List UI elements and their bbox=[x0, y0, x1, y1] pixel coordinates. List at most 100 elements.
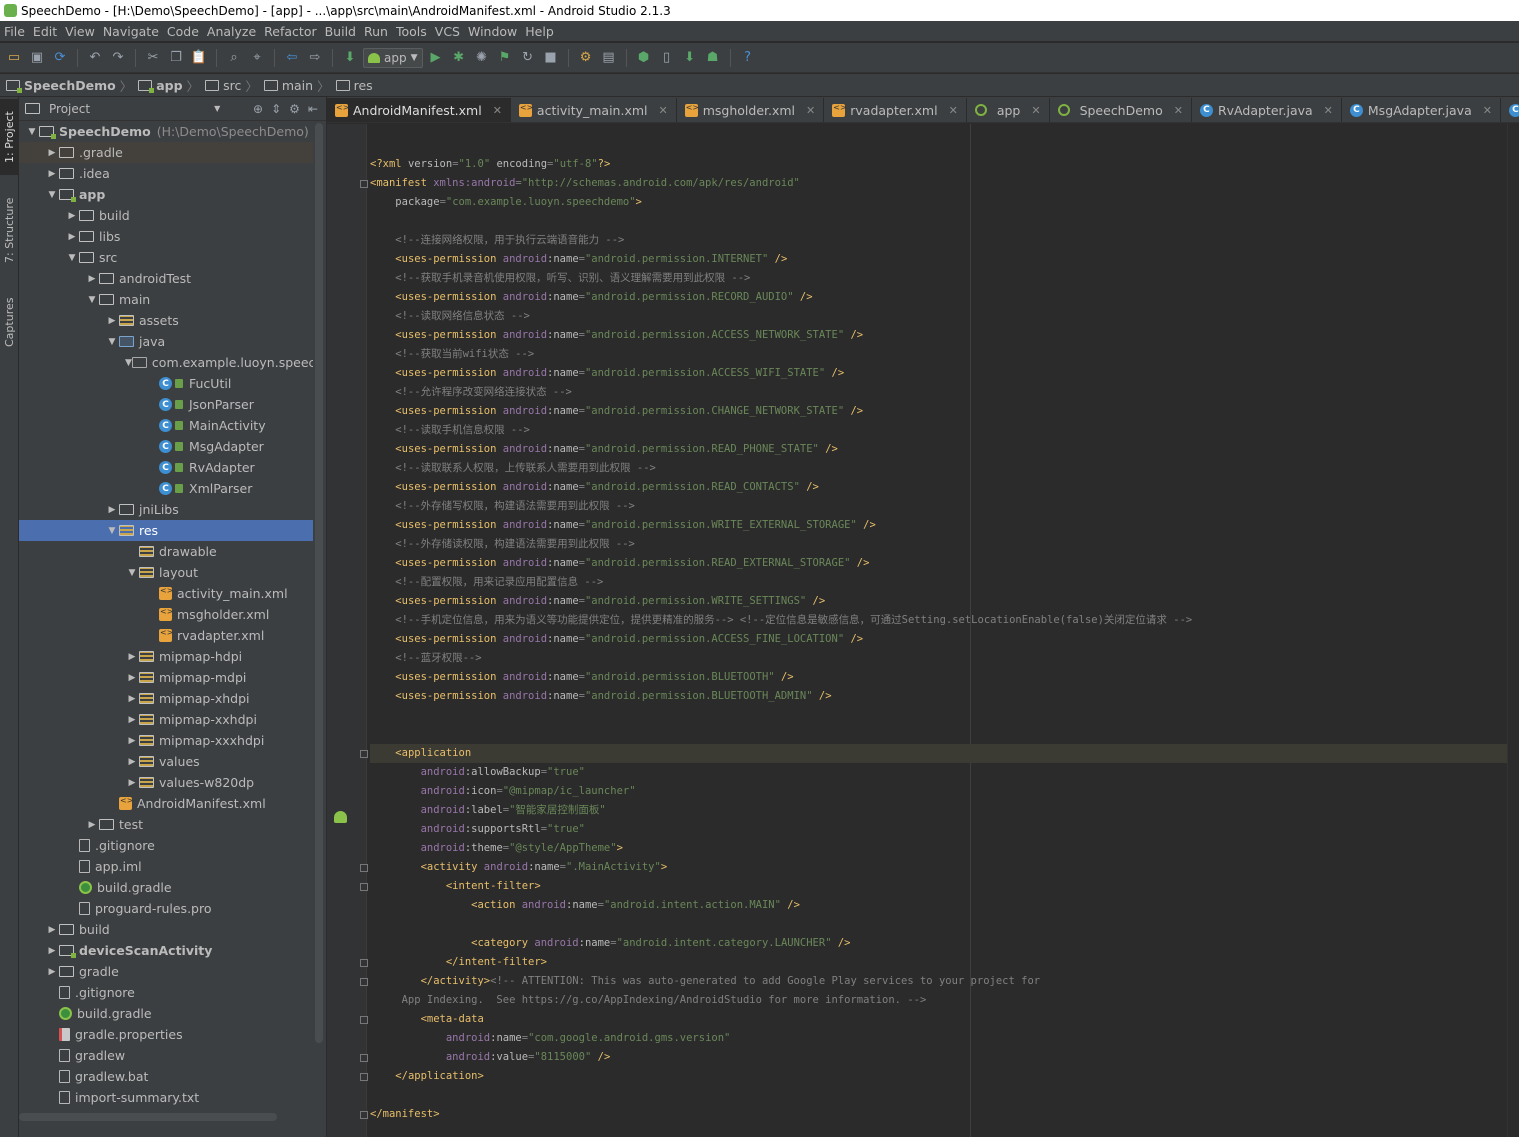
tree-item[interactable]: ▶ values bbox=[19, 751, 313, 772]
tree-horizontal-scrollbar[interactable] bbox=[19, 1113, 277, 1121]
editor-tab[interactable]: C RvAdapter.java ✕ bbox=[1192, 98, 1342, 122]
make-icon[interactable]: ⬇ bbox=[340, 48, 360, 68]
fold-marker-icon[interactable] bbox=[360, 1054, 368, 1062]
close-icon[interactable]: ✕ bbox=[659, 104, 668, 117]
expand-open-icon[interactable]: ▼ bbox=[125, 358, 132, 368]
tree-item[interactable]: gradle.properties bbox=[19, 1024, 313, 1045]
fold-marker-icon[interactable] bbox=[360, 180, 368, 188]
tree-item[interactable]: ▼ layout bbox=[19, 562, 313, 583]
expand-open-icon[interactable]: ▼ bbox=[105, 337, 119, 347]
breadcrumb-item[interactable]: SpeechDemo bbox=[6, 78, 116, 93]
tree-item[interactable]: ▶ mipmap-xxhdpi bbox=[19, 709, 313, 730]
fold-marker-icon[interactable] bbox=[360, 1111, 368, 1119]
tree-item[interactable]: gradlew.bat bbox=[19, 1066, 313, 1087]
tree-item[interactable]: ▶ mipmap-hdpi bbox=[19, 646, 313, 667]
tree-item[interactable]: ▼ res bbox=[19, 520, 313, 541]
tree-item[interactable]: AndroidManifest.xml bbox=[19, 793, 313, 814]
tree-item[interactable]: ▶ .idea bbox=[19, 163, 313, 184]
menu-run[interactable]: Run bbox=[362, 24, 394, 39]
back-icon[interactable]: ⇦ bbox=[282, 48, 302, 68]
sdk-manager-icon[interactable]: ⬇ bbox=[680, 48, 700, 68]
menu-analyze[interactable]: Analyze bbox=[205, 24, 262, 39]
breadcrumb-item[interactable]: res bbox=[335, 78, 373, 93]
fold-marker-icon[interactable] bbox=[360, 883, 368, 891]
debug-icon[interactable]: ✱ bbox=[449, 48, 469, 68]
hide-panel-icon[interactable]: ⇤ bbox=[308, 102, 318, 116]
fold-marker-icon[interactable] bbox=[360, 978, 368, 986]
menu-window[interactable]: Window bbox=[466, 24, 523, 39]
tree-item[interactable]: proguard-rules.pro bbox=[19, 898, 313, 919]
tree-item[interactable]: app.iml bbox=[19, 856, 313, 877]
expand-closed-icon[interactable]: ▶ bbox=[85, 274, 99, 284]
tree-vertical-scrollbar[interactable] bbox=[315, 123, 323, 1043]
tree-item[interactable]: build.gradle bbox=[19, 877, 313, 898]
undo-icon[interactable]: ↶ bbox=[85, 48, 105, 68]
tool-tab-structure[interactable]: 7: Structure bbox=[0, 189, 19, 271]
forward-icon[interactable]: ⇨ bbox=[305, 48, 325, 68]
tree-item[interactable]: ▶ androidTest bbox=[19, 268, 313, 289]
expand-closed-icon[interactable]: ▶ bbox=[125, 736, 139, 746]
expand-closed-icon[interactable]: ▶ bbox=[45, 925, 59, 935]
expand-closed-icon[interactable]: ▶ bbox=[125, 757, 139, 767]
run-icon[interactable]: ▶ bbox=[426, 48, 446, 68]
android-icon[interactable] bbox=[334, 811, 347, 823]
gradle-sync-icon[interactable]: ⬢ bbox=[634, 48, 654, 68]
tree-item[interactable]: ▶ gradle bbox=[19, 961, 313, 982]
sync-icon[interactable]: ⟳ bbox=[50, 48, 70, 68]
expand-closed-icon[interactable]: ▶ bbox=[45, 946, 59, 956]
copy-icon[interactable]: ❐ bbox=[166, 48, 186, 68]
replace-icon[interactable]: ⌖ bbox=[247, 48, 267, 68]
tool-tab-captures[interactable]: Captures bbox=[0, 287, 19, 357]
tree-item[interactable]: ▶ values-w820dp bbox=[19, 772, 313, 793]
expand-open-icon[interactable]: ▼ bbox=[25, 127, 39, 137]
avd-manager-icon[interactable]: ▯ bbox=[657, 48, 677, 68]
expand-closed-icon[interactable]: ▶ bbox=[105, 316, 119, 326]
tree-item[interactable]: import-summary.txt bbox=[19, 1087, 313, 1108]
menu-edit[interactable]: Edit bbox=[31, 24, 63, 39]
save-all-icon[interactable]: ▣ bbox=[27, 48, 47, 68]
expand-open-icon[interactable]: ▼ bbox=[105, 526, 119, 536]
tree-item[interactable]: C JsonParser bbox=[19, 394, 313, 415]
run-config-select[interactable]: app ▼ bbox=[363, 47, 423, 68]
expand-closed-icon[interactable]: ▶ bbox=[45, 967, 59, 977]
tree-item[interactable]: ▶ mipmap-xxxhdpi bbox=[19, 730, 313, 751]
menu-view[interactable]: View bbox=[63, 24, 101, 39]
expand-closed-icon[interactable]: ▶ bbox=[45, 148, 59, 158]
menu-navigate[interactable]: Navigate bbox=[101, 24, 165, 39]
scroll-from-source-icon[interactable]: ⊕ bbox=[253, 102, 263, 116]
stop-icon[interactable]: ■ bbox=[541, 48, 561, 68]
expand-closed-icon[interactable]: ▶ bbox=[65, 232, 79, 242]
expand-closed-icon[interactable]: ▶ bbox=[105, 505, 119, 515]
breadcrumb-item[interactable]: main bbox=[263, 78, 313, 93]
breadcrumb-item[interactable]: app bbox=[138, 78, 183, 93]
tree-item[interactable]: ▶ mipmap-xhdpi bbox=[19, 688, 313, 709]
menu-refactor[interactable]: Refactor bbox=[262, 24, 322, 39]
expand-closed-icon[interactable]: ▶ bbox=[125, 673, 139, 683]
chevron-down-icon[interactable]: ▼ bbox=[214, 104, 220, 113]
tree-item[interactable]: C FucUtil bbox=[19, 373, 313, 394]
breadcrumb-item[interactable]: src bbox=[205, 78, 241, 93]
editor-tab[interactable]: SpeechDemo ✕ bbox=[1050, 98, 1192, 122]
profile-icon[interactable]: ✺ bbox=[472, 48, 492, 68]
close-icon[interactable]: ✕ bbox=[493, 104, 502, 117]
tree-item[interactable]: ▶ mipmap-mdpi bbox=[19, 667, 313, 688]
tree-item[interactable]: .gitignore bbox=[19, 835, 313, 856]
tree-item[interactable]: ▶ test bbox=[19, 814, 313, 835]
fold-marker-icon[interactable] bbox=[360, 864, 368, 872]
tree-item[interactable]: ▶ libs bbox=[19, 226, 313, 247]
tree-item[interactable]: ▼ app bbox=[19, 184, 313, 205]
expand-closed-icon[interactable]: ▶ bbox=[125, 694, 139, 704]
tree-item[interactable]: C MsgAdapter bbox=[19, 436, 313, 457]
tree-item[interactable]: ▶ assets bbox=[19, 310, 313, 331]
tree-item[interactable]: msgholder.xml bbox=[19, 604, 313, 625]
tree-item[interactable]: ▶ deviceScanActivity bbox=[19, 940, 313, 961]
help-icon[interactable]: ? bbox=[738, 48, 758, 68]
expand-open-icon[interactable]: ▼ bbox=[65, 253, 79, 263]
menu-tools[interactable]: Tools bbox=[394, 24, 433, 39]
tree-item[interactable]: ▶ jniLibs bbox=[19, 499, 313, 520]
tree-item[interactable]: ▼ src bbox=[19, 247, 313, 268]
tool-tab-project[interactable]: 1: Project bbox=[0, 99, 19, 175]
menu-vcs[interactable]: VCS bbox=[433, 24, 466, 39]
cut-icon[interactable]: ✂ bbox=[143, 48, 163, 68]
fold-marker-icon[interactable] bbox=[360, 750, 368, 758]
